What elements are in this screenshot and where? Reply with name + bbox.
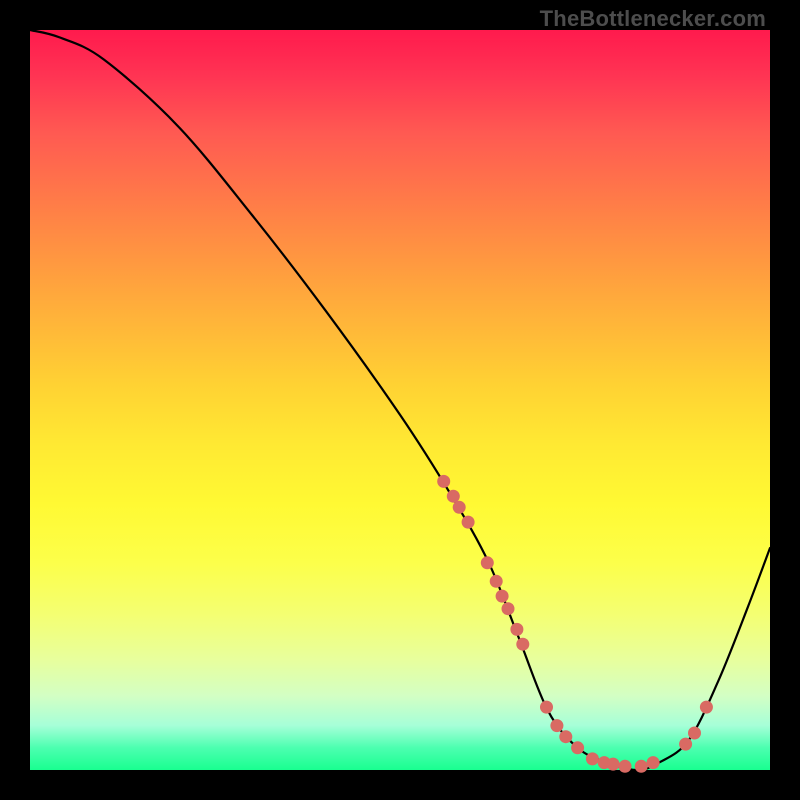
plot-area	[30, 30, 770, 770]
data-marker	[437, 475, 450, 488]
data-marker	[679, 738, 692, 751]
data-marker	[635, 760, 648, 773]
data-marker	[516, 638, 529, 651]
data-marker	[490, 575, 503, 588]
data-marker	[453, 501, 466, 514]
attribution-label: TheBottlenecker.com	[540, 6, 766, 32]
data-marker	[550, 719, 563, 732]
bottleneck-curve	[30, 30, 770, 770]
data-marker	[462, 516, 475, 529]
data-marker	[481, 556, 494, 569]
data-marker	[510, 623, 523, 636]
data-marker	[647, 756, 660, 769]
data-marker	[502, 602, 515, 615]
data-marker	[496, 590, 509, 603]
data-marker	[619, 760, 632, 773]
chart-frame	[30, 30, 770, 770]
data-marker	[688, 727, 701, 740]
data-marker	[571, 741, 584, 754]
data-marker	[559, 730, 572, 743]
marker-group	[437, 475, 713, 773]
curve-layer	[30, 30, 770, 770]
data-marker	[447, 490, 460, 503]
data-marker	[540, 701, 553, 714]
data-marker	[607, 758, 620, 771]
data-marker	[586, 752, 599, 765]
data-marker	[700, 701, 713, 714]
